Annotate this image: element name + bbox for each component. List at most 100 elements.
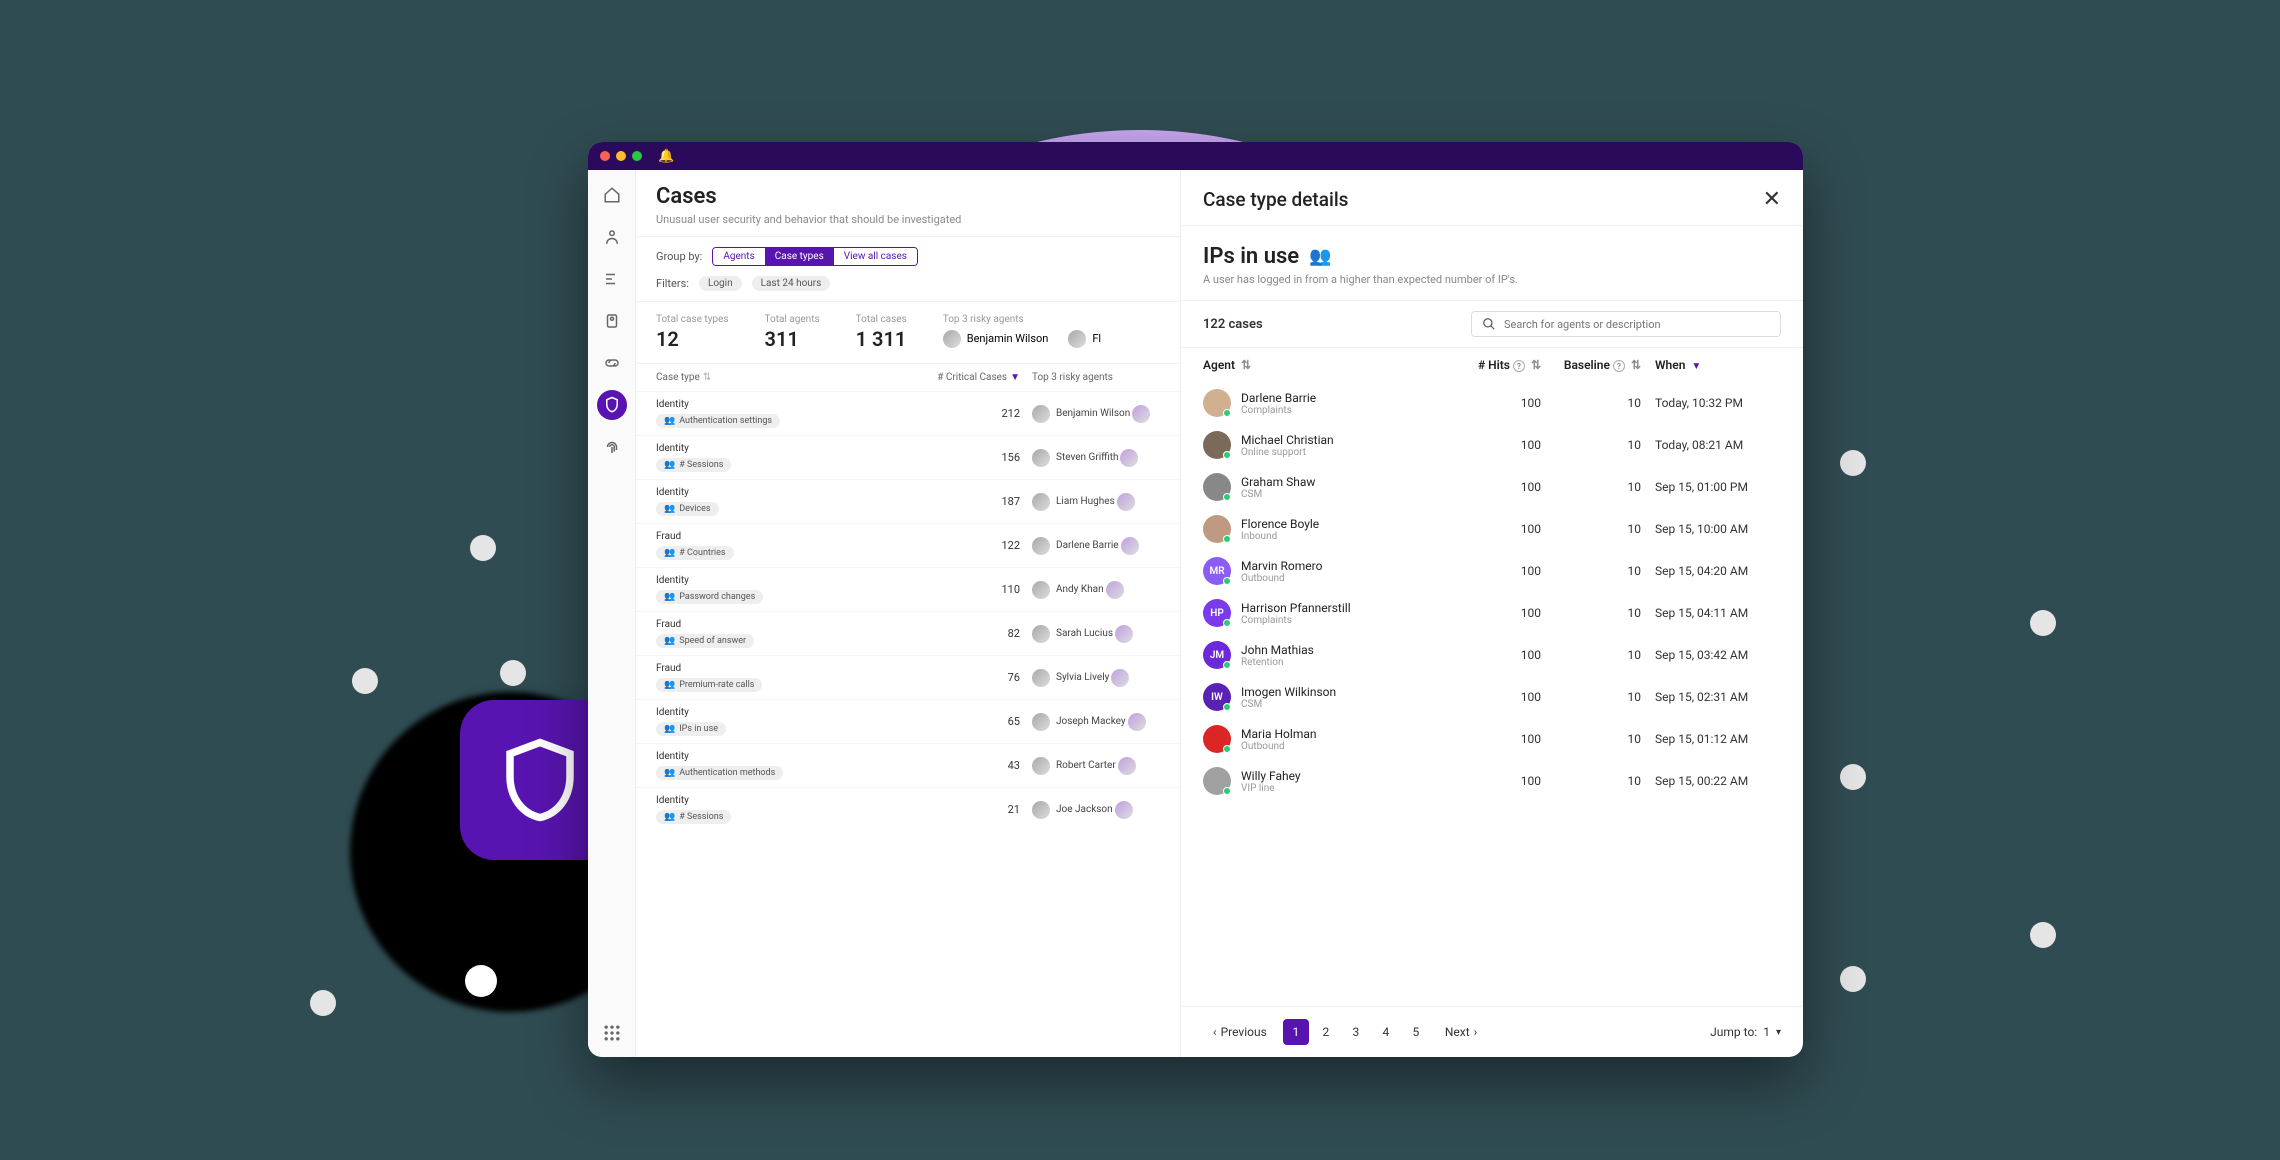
- col-baseline[interactable]: Baseline: [1564, 358, 1610, 372]
- agent-name: Marvin Romero: [1241, 559, 1461, 573]
- page-number[interactable]: 2: [1313, 1019, 1339, 1045]
- agent-dept: Complaints: [1241, 405, 1461, 416]
- col-when[interactable]: When: [1655, 358, 1685, 372]
- case-type-row[interactable]: Identity👥Password changes110Andy Khan: [636, 567, 1180, 611]
- seg-case-types[interactable]: Case types: [765, 248, 834, 265]
- agent-name: Harrison Pfannerstill: [1241, 601, 1461, 615]
- chevron-down-icon[interactable]: ▾: [1776, 1027, 1781, 1038]
- agent-name: Joseph Mackey: [1056, 716, 1126, 727]
- chevron-down-icon[interactable]: ▼: [1691, 361, 1701, 372]
- risky-agent-name: Fl: [1092, 332, 1101, 345]
- agent-name: Liam Hughes: [1056, 496, 1115, 507]
- avatar: [1032, 713, 1050, 731]
- sort-icon[interactable]: ⇅: [1531, 358, 1541, 372]
- seg-view-all[interactable]: View all cases: [834, 248, 917, 265]
- nav-link-icon[interactable]: [597, 348, 627, 378]
- presence-dot: [1223, 745, 1231, 753]
- col-agent[interactable]: Agent: [1203, 358, 1235, 372]
- critical-count: 65: [920, 715, 1020, 728]
- case-type-row[interactable]: Fraud👥Speed of answer82Sarah Lucius: [636, 611, 1180, 655]
- agent-row[interactable]: IWImogen WilkinsonCSM10010Sep 15, 02:31 …: [1181, 676, 1803, 718]
- hits-value: 100: [1461, 396, 1541, 410]
- window-maximize-dot[interactable]: [632, 151, 642, 161]
- case-type-row[interactable]: Identity👥# Sessions21Joe Jackson: [636, 787, 1180, 831]
- subtype-tag: 👥Devices: [656, 502, 719, 516]
- case-type-row[interactable]: Identity👥IPs in use65Joseph Mackey: [636, 699, 1180, 743]
- filter-chip-login[interactable]: Login: [699, 276, 742, 291]
- case-type-row[interactable]: Fraud👥Premium-rate calls76Sylvia Lively: [636, 655, 1180, 699]
- filter-chip-last24[interactable]: Last 24 hours: [752, 276, 831, 291]
- nav-agents-icon[interactable]: [597, 222, 627, 252]
- detail-pane-title: Case type details: [1203, 188, 1348, 211]
- agent-name: Maria Holman: [1241, 727, 1461, 741]
- agent-row[interactable]: Maria HolmanOutbound10010Sep 15, 01:12 A…: [1181, 718, 1803, 760]
- nav-badge-icon[interactable]: [597, 306, 627, 336]
- baseline-value: 10: [1541, 732, 1641, 746]
- next-button[interactable]: Next›: [1435, 1020, 1487, 1044]
- baseline-value: 10: [1541, 774, 1641, 788]
- prev-button[interactable]: ‹Previous: [1203, 1020, 1277, 1044]
- col-case-type[interactable]: Case type: [656, 372, 700, 383]
- nav-settings-icon[interactable]: [597, 264, 627, 294]
- avatar: IW: [1203, 683, 1231, 711]
- case-type-row[interactable]: Identity👥# Sessions156Steven Griffith: [636, 435, 1180, 479]
- sort-icon[interactable]: ⇅: [703, 372, 711, 383]
- agent-row[interactable]: Darlene BarrieComplaints10010Today, 10:3…: [1181, 382, 1803, 424]
- hits-value: 100: [1461, 648, 1541, 662]
- agent-row[interactable]: Graham ShawCSM10010Sep 15, 01:00 PM: [1181, 466, 1803, 508]
- col-critical-cases[interactable]: # Critical Cases: [937, 372, 1007, 383]
- case-type-row[interactable]: Identity👥Authentication methods43Robert …: [636, 743, 1180, 787]
- search-box[interactable]: [1471, 311, 1781, 337]
- col-hits[interactable]: # Hits: [1478, 358, 1510, 372]
- nav-apps-icon[interactable]: [602, 1023, 622, 1043]
- agent-name: Florence Boyle: [1241, 517, 1461, 531]
- jump-to-value[interactable]: 1: [1763, 1025, 1770, 1039]
- hits-value: 100: [1461, 564, 1541, 578]
- page-number[interactable]: 5: [1403, 1019, 1429, 1045]
- avatar: [1032, 493, 1050, 511]
- people-icon: 👥: [664, 680, 675, 690]
- agent-dept: Online support: [1241, 447, 1461, 458]
- subtype-tag: 👥Authentication methods: [656, 766, 783, 780]
- help-icon[interactable]: ?: [1513, 360, 1525, 372]
- agent-row[interactable]: Michael ChristianOnline support10010Toda…: [1181, 424, 1803, 466]
- sort-icon[interactable]: ⇅: [1241, 358, 1251, 372]
- chevron-down-icon[interactable]: ▼: [1010, 372, 1020, 383]
- avatar: [1121, 537, 1139, 555]
- page-number[interactable]: 1: [1283, 1019, 1309, 1045]
- seg-agents[interactable]: Agents: [713, 248, 764, 265]
- agent-row[interactable]: HPHarrison PfannerstillComplaints10010Se…: [1181, 592, 1803, 634]
- sort-icon[interactable]: ⇅: [1631, 358, 1641, 372]
- help-icon[interactable]: ?: [1613, 360, 1625, 372]
- agent-dept: VIP line: [1241, 783, 1461, 794]
- case-type-row[interactable]: Identity👥Authentication settings212Benja…: [636, 391, 1180, 435]
- agent-row[interactable]: Florence BoyleInbound10010Sep 15, 10:00 …: [1181, 508, 1803, 550]
- case-type-row[interactable]: Fraud👥# Countries122Darlene Barrie: [636, 523, 1180, 567]
- window-minimize-dot[interactable]: [616, 151, 626, 161]
- nav-shield-icon[interactable]: [597, 390, 627, 420]
- avatar: [1203, 767, 1231, 795]
- page-number[interactable]: 4: [1373, 1019, 1399, 1045]
- case-type-row[interactable]: Identity👥Devices187Liam Hughes: [636, 479, 1180, 523]
- avatar: [1032, 669, 1050, 687]
- agent-name: Andy Khan: [1056, 584, 1104, 595]
- nav-fingerprint-icon[interactable]: [597, 432, 627, 462]
- agent-row[interactable]: JMJohn MathiasRetention10010Sep 15, 03:4…: [1181, 634, 1803, 676]
- agent-row[interactable]: Willy FaheyVIP line10010Sep 15, 00:22 AM: [1181, 760, 1803, 802]
- avatar: [1032, 537, 1050, 555]
- page-number[interactable]: 3: [1343, 1019, 1369, 1045]
- when-value: Sep 15, 03:42 AM: [1641, 648, 1781, 662]
- when-value: Sep 15, 04:20 AM: [1641, 564, 1781, 578]
- agent-dept: Retention: [1241, 657, 1461, 668]
- subtype-tag: 👥Password changes: [656, 590, 763, 604]
- subtype-tag: 👥Speed of answer: [656, 634, 754, 648]
- when-value: Sep 15, 00:22 AM: [1641, 774, 1781, 788]
- close-icon[interactable]: ✕: [1763, 189, 1781, 211]
- search-input[interactable]: [1504, 318, 1770, 331]
- bell-icon[interactable]: 🔔: [658, 149, 674, 164]
- nav-home-icon[interactable]: [597, 180, 627, 210]
- when-value: Today, 08:21 AM: [1641, 438, 1781, 452]
- when-value: Sep 15, 02:31 AM: [1641, 690, 1781, 704]
- agent-row[interactable]: MRMarvin RomeroOutbound10010Sep 15, 04:2…: [1181, 550, 1803, 592]
- window-close-dot[interactable]: [600, 151, 610, 161]
